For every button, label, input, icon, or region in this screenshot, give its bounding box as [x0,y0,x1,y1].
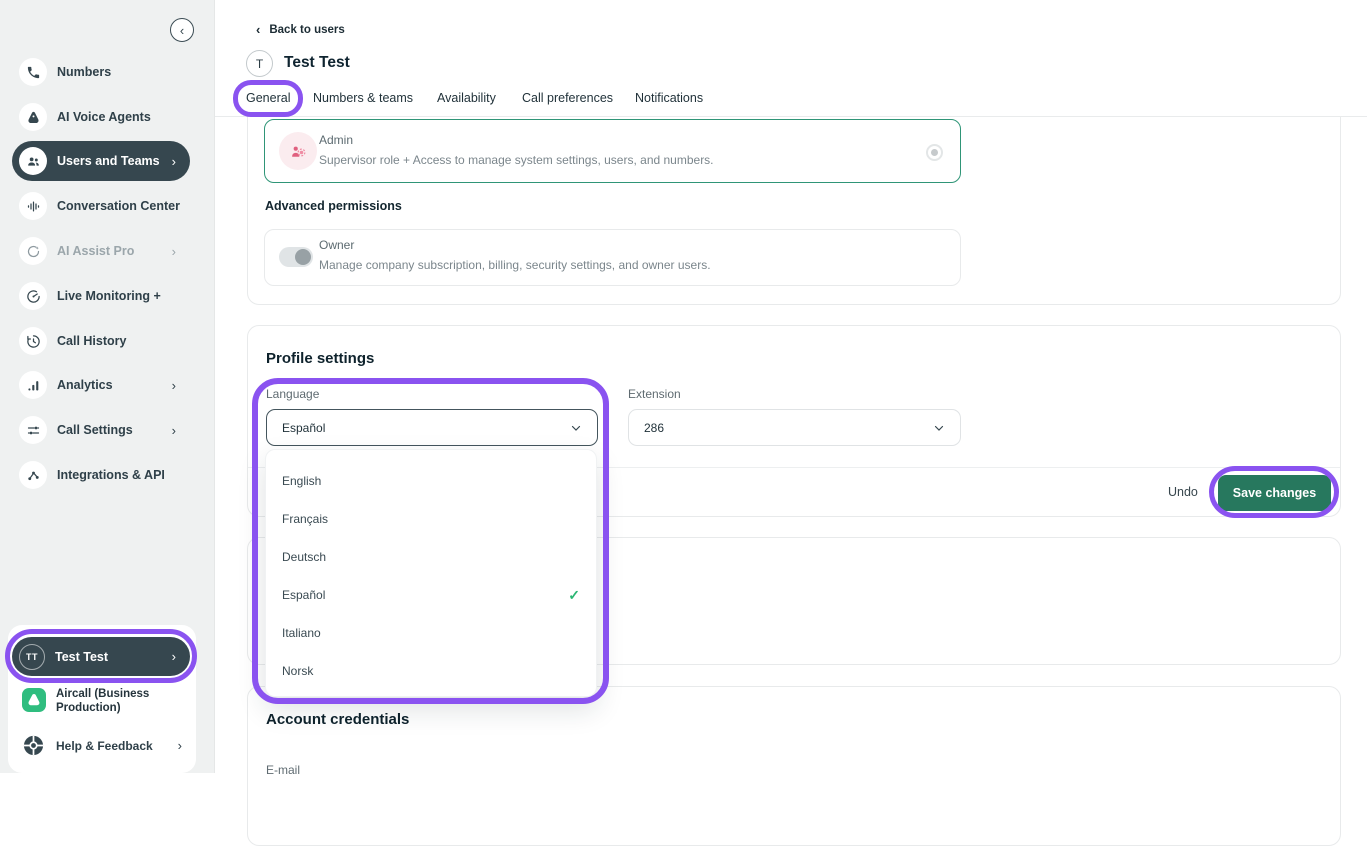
language-option-deutsch[interactable]: Deutsch [266,538,596,576]
sidebar: ‹ Numbers AI Voice Agents Users and Team… [0,0,215,773]
radio-selected-icon[interactable] [926,144,943,161]
tab-availability[interactable]: Availability [437,91,496,105]
owner-toggle[interactable] [279,247,313,267]
sidebar-item-ai-assist-pro[interactable]: AI Assist Pro › [12,231,190,271]
sidebar-item-label: Numbers [57,65,111,79]
sidebar-item-label: Conversation Center [57,199,180,213]
sidebar-item-call-history[interactable]: Call History [12,321,190,361]
back-link-label: Back to users [269,24,344,36]
language-option-english[interactable]: English [266,462,596,500]
chevron-down-icon [933,422,945,434]
sidebar-item-label: Integrations & API [57,468,165,482]
workspace-name: Aircall (Business Production) [56,688,178,716]
option-label: Español [282,588,325,602]
sidebar-item-ai-voice-agents[interactable]: AI Voice Agents [12,97,190,137]
language-label: Language [266,387,319,401]
life-buoy-icon [22,734,45,757]
live-monitoring-icon [19,282,47,310]
extension-value: 286 [644,421,664,435]
extension-select[interactable]: 286 [628,409,961,446]
chevron-down-icon [570,422,582,434]
sidebar-item-label: Call Settings [57,423,133,437]
collapse-chevron-icon: ‹ [180,24,184,37]
owner-name: Owner [319,238,354,252]
analytics-icon [19,371,47,399]
sidebar-item-call-settings[interactable]: Call Settings › [12,410,190,450]
chevron-right-icon: › [172,244,176,259]
waveform-icon [19,192,47,220]
sidebar-user-menu[interactable]: TT Test Test › [12,637,190,676]
language-option-francais[interactable]: Français [266,500,596,538]
sidebar-item-label: Users and Teams [57,154,160,168]
save-changes-button[interactable]: Save changes [1218,475,1331,511]
help-feedback-label: Help & Feedback [56,739,153,753]
sidebar-item-conversation-center[interactable]: Conversation Center [12,186,190,226]
extension-label: Extension [628,387,681,401]
roles-section-card: Admin Supervisor role + Access to manage… [247,117,1341,305]
tab-call-preferences[interactable]: Call preferences [522,91,613,105]
chevron-right-icon: › [172,378,176,393]
owner-description: Manage company subscription, billing, se… [319,258,711,272]
tab-notifications[interactable]: Notifications [635,91,703,105]
sidebar-item-numbers[interactable]: Numbers [12,52,190,92]
avatar-initial: T [256,57,263,71]
users-icon [19,147,47,175]
phone-icon [19,58,47,86]
user-avatar: T [246,50,273,77]
sidebar-item-live-monitoring[interactable]: Live Monitoring + [12,276,190,316]
sidebar-item-analytics[interactable]: Analytics › [12,365,190,405]
sidebar-item-integrations-api[interactable]: Integrations & API [12,455,190,495]
undo-button[interactable]: Undo [1168,485,1198,499]
chevron-right-icon: › [178,738,182,753]
chevron-right-icon: › [172,649,176,664]
option-label: Deutsch [282,550,326,564]
sidebar-item-label: AI Voice Agents [57,110,151,124]
page-title: Test Test [284,54,350,72]
sidebar-collapse-button[interactable]: ‹ [170,18,194,42]
advanced-permissions-title: Advanced permissions [265,199,402,213]
chevron-right-icon: › [172,423,176,438]
back-chevron-icon: ‹ [256,23,260,36]
email-label: E-mail [266,763,300,777]
language-select[interactable]: Español [266,409,598,446]
sidebar-item-label: Analytics [57,378,113,392]
integrations-icon [19,461,47,489]
back-to-users-link[interactable]: ‹ Back to users [256,23,345,36]
ai-voice-agent-icon [19,103,47,131]
help-feedback-item[interactable]: Help & Feedback › [22,734,182,757]
language-option-italiano[interactable]: Italiano [266,614,596,652]
profile-settings-title: Profile settings [266,350,374,367]
aircall-logo-icon [22,688,46,712]
language-option-norsk[interactable]: Norsk [266,652,596,690]
role-option-admin[interactable]: Admin Supervisor role + Access to manage… [264,119,961,183]
avatar: TT [19,644,45,670]
ai-assist-icon [19,237,47,265]
tab-numbers-teams[interactable]: Numbers & teams [313,91,413,105]
sidebar-item-label: Call History [57,334,126,348]
workspace-row[interactable]: Aircall (Business Production) [22,688,178,716]
sidebar-item-label: Live Monitoring + [57,289,161,303]
sliders-icon [19,416,47,444]
account-credentials-card: Account credentials E-mail [247,686,1341,846]
option-label: English [282,474,321,488]
admin-role-icon [279,132,317,170]
chevron-right-icon: › [172,154,176,169]
sidebar-item-users-and-teams[interactable]: Users and Teams › [12,141,190,181]
option-label: Norsk [282,664,313,678]
owner-permission-card: Owner Manage company subscription, billi… [264,229,961,286]
option-label: Italiano [282,626,321,640]
role-name: Admin [319,133,353,147]
language-dropdown-menu: English Français Deutsch Español ✓ Itali… [265,449,597,697]
role-description: Supervisor role + Access to manage syste… [319,153,714,167]
check-icon: ✓ [568,587,580,604]
tab-general[interactable]: General [246,91,290,105]
language-option-espanol[interactable]: Español ✓ [266,576,596,614]
account-credentials-title: Account credentials [266,711,409,728]
option-label: Français [282,512,328,526]
sidebar-user-name: Test Test [55,650,108,664]
sidebar-item-label: AI Assist Pro [57,244,134,258]
call-history-icon [19,327,47,355]
language-value: Español [282,421,325,435]
